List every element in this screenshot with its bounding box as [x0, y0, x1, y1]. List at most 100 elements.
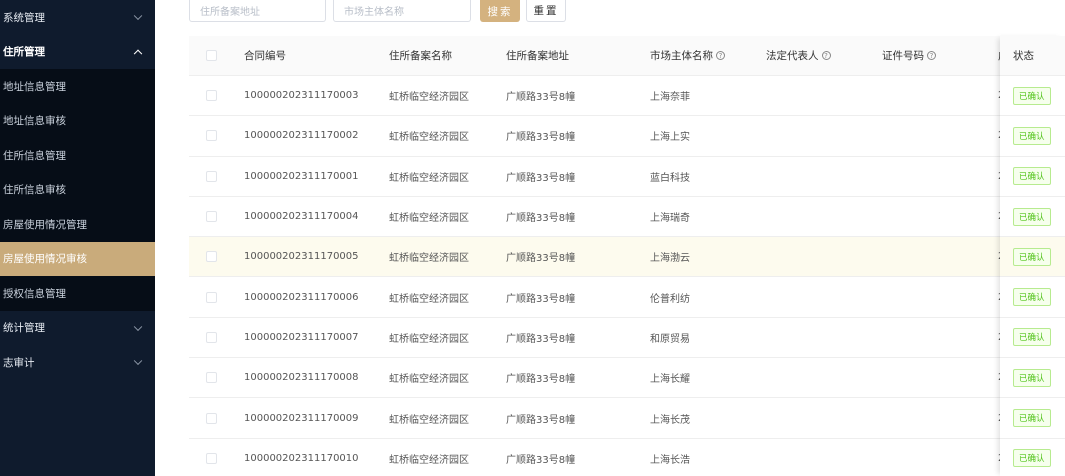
cell-text: 上海长浩	[650, 454, 690, 466]
help-icon[interactable]: ?	[716, 51, 725, 60]
menu-group-audit-log[interactable]: 志审计	[0, 345, 155, 380]
status-badge: 已确认	[1013, 86, 1051, 105]
column-header-legal-rep: 法定代表人 ?	[766, 36, 831, 75]
sidebar-item-residence-info-management[interactable]: 住所信息管理	[0, 138, 155, 173]
cell-text: 上海奈菲	[650, 92, 690, 104]
row-checkbox[interactable]	[206, 211, 217, 223]
menu-label: 住所信息审核	[3, 184, 66, 197]
data-table: 合同编号 住所备案名称 住所备案地址 市场主体名称 ? 法定代表人 ? 证件号码	[189, 36, 1065, 476]
row-checkbox[interactable]	[206, 452, 217, 464]
cell-entity-name: 和原贸易	[650, 318, 694, 357]
cell-status: 已确认	[1000, 237, 1065, 278]
table-row[interactable]: 100000202311170007虹桥临空经济园区广顺路33号8幢和原贸易2	[189, 318, 1065, 359]
cell-filing-address: 广顺路33号8幢	[506, 237, 575, 276]
table-row[interactable]: 100000202311170009虹桥临空经济园区广顺路33号8幢上海长茂2	[189, 398, 1065, 439]
cell-entity-name: 伦普利纺	[650, 278, 694, 317]
help-icon[interactable]: ?	[927, 51, 936, 60]
cell-text: 蓝白科技	[650, 172, 690, 184]
table-row[interactable]: 100000202311170001虹桥临空经济园区广顺路33号8幢蓝白科技2	[189, 157, 1065, 197]
column-header-filing-address: 住所备案地址	[506, 36, 569, 75]
menu-label: 住所管理	[3, 46, 45, 59]
header-label: 状态	[1013, 50, 1034, 63]
sidebar-item-address-info-review[interactable]: 地址信息审核	[0, 103, 155, 138]
header-label: 市场主体名称	[650, 50, 713, 62]
cell-text: 虹桥临空经济园区	[389, 293, 469, 305]
status-badge: 已确认	[1013, 409, 1051, 428]
table-row[interactable]: 100000202311170002虹桥临空经济园区广顺路33号8幢上海上实2	[189, 116, 1065, 157]
entity-search-input[interactable]: 市场主体名称	[333, 0, 471, 22]
sidebar-item-authorization-info-management[interactable]: 授权信息管理	[0, 276, 155, 311]
row-checkbox[interactable]	[206, 90, 217, 102]
cell-text: 100000202311170004	[244, 211, 359, 223]
table-row[interactable]: 100000202311170008虹桥临空经济园区广顺路33号8幢上海长耀2	[189, 358, 1065, 399]
cell-filing-address: 广顺路33号8幢	[506, 157, 575, 196]
table-row[interactable]: 100000202311170006虹桥临空经济园区广顺路33号8幢伦普利纺2	[189, 278, 1065, 318]
cell-filing-name: 虹桥临空经济园区	[389, 439, 469, 476]
row-select-cell	[206, 197, 217, 236]
table-row[interactable]: 100000202311170004虹桥临空经济园区广顺路33号8幢上海瑞奇2	[189, 197, 1065, 238]
sidebar-menu: 系统管理 住所管理 地址信息管理 地址信息审核 住所信息管理 住所信息审核 房屋…	[0, 0, 155, 476]
sidebar-item-address-info-management[interactable]: 地址信息管理	[0, 69, 155, 104]
cell-filing-address: 广顺路33号8幢	[506, 116, 575, 155]
select-all-checkbox[interactable]	[206, 50, 217, 61]
cell-contract-no: 100000202311170002	[244, 116, 359, 155]
chevron-down-icon	[133, 11, 143, 21]
cell-filing-name: 虹桥临空经济园区	[389, 318, 469, 357]
table-row[interactable]: 100000202311170005虹桥临空经济园区广顺路33号8幢上海渤云2	[189, 237, 1065, 278]
sidebar-item-housing-usage-management[interactable]: 房屋使用情况管理	[0, 207, 155, 242]
search-button[interactable]: 搜索	[480, 0, 520, 22]
cell-contract-no: 100000202311170008	[244, 358, 359, 397]
cell-entity-name: 上海渤云	[650, 237, 694, 276]
row-checkbox[interactable]	[206, 331, 217, 343]
reset-button[interactable]: 重置	[526, 0, 566, 22]
cell-filing-name: 虹桥临空经济园区	[389, 278, 469, 317]
cell-filing-name: 虹桥临空经济园区	[389, 116, 469, 155]
address-search-input[interactable]: 住所备案地址	[189, 0, 326, 22]
button-label: 重置	[533, 5, 559, 17]
sidebar-item-residence-info-review[interactable]: 住所信息审核	[0, 172, 155, 207]
cell-entity-name: 上海长茂	[650, 398, 694, 437]
cell-text: 上海瑞奇	[650, 213, 690, 225]
cell-text: 上海上实	[650, 132, 690, 144]
row-checkbox[interactable]	[206, 170, 217, 182]
input-placeholder: 市场主体名称	[344, 7, 404, 18]
row-select-cell	[206, 116, 217, 155]
row-checkbox[interactable]	[206, 372, 217, 384]
column-header-filing-name: 住所备案名称	[389, 36, 452, 75]
sidebar-item-housing-usage-review[interactable]: 房屋使用情况审核	[0, 241, 155, 276]
row-checkbox[interactable]	[206, 412, 217, 424]
cell-text: 上海长耀	[650, 374, 690, 386]
cell-filing-address: 广顺路33号8幢	[506, 398, 575, 437]
menu-group-statistics[interactable]: 统计管理	[0, 310, 155, 345]
cell-entity-name: 上海长耀	[650, 358, 694, 397]
cell-filing-address: 广顺路33号8幢	[506, 318, 575, 357]
input-placeholder: 住所备案地址	[200, 7, 260, 18]
menu-label: 系统管理	[3, 11, 45, 24]
cell-filing-name: 虹桥临空经济园区	[389, 197, 469, 236]
cell-filing-address: 广顺路33号8幢	[506, 439, 575, 476]
button-label: 搜索	[487, 5, 513, 18]
row-checkbox[interactable]	[206, 291, 217, 303]
cell-text: 100000202311170002	[244, 130, 359, 142]
column-header-contract-no: 合同编号	[244, 36, 286, 75]
status-badge: 已确认	[1013, 126, 1051, 145]
cell-text: 虹桥临空经济园区	[389, 132, 469, 144]
row-checkbox[interactable]	[206, 130, 217, 142]
cell-text: 广顺路33号8幢	[506, 172, 576, 184]
cell-status: 已确认	[1000, 318, 1065, 359]
cell-text: 虹桥临空经济园区	[389, 253, 469, 265]
cell-text: 广顺路33号8幢	[506, 92, 576, 104]
table-row[interactable]: 100000202311170003虹桥临空经济园区广顺路33号8幢上海奈菲2	[189, 76, 1065, 117]
row-select-cell	[206, 76, 217, 115]
help-icon[interactable]: ?	[821, 51, 831, 60]
status-badge: 已确认	[1013, 247, 1051, 266]
menu-group-system[interactable]: 系统管理	[0, 0, 155, 35]
cell-entity-name: 上海奈菲	[650, 76, 694, 115]
cell-text: 虹桥临空经济园区	[389, 333, 469, 345]
menu-group-residence[interactable]: 住所管理	[0, 34, 155, 69]
table-row[interactable]: 100000202311170010虹桥临空经济园区广顺路33号8幢上海长浩2	[189, 439, 1065, 476]
cell-entity-name: 上海上实	[650, 116, 694, 155]
row-checkbox[interactable]	[206, 251, 217, 263]
cell-text: 100000202311170006	[244, 291, 359, 303]
header-label: 法定代表人	[766, 50, 819, 62]
